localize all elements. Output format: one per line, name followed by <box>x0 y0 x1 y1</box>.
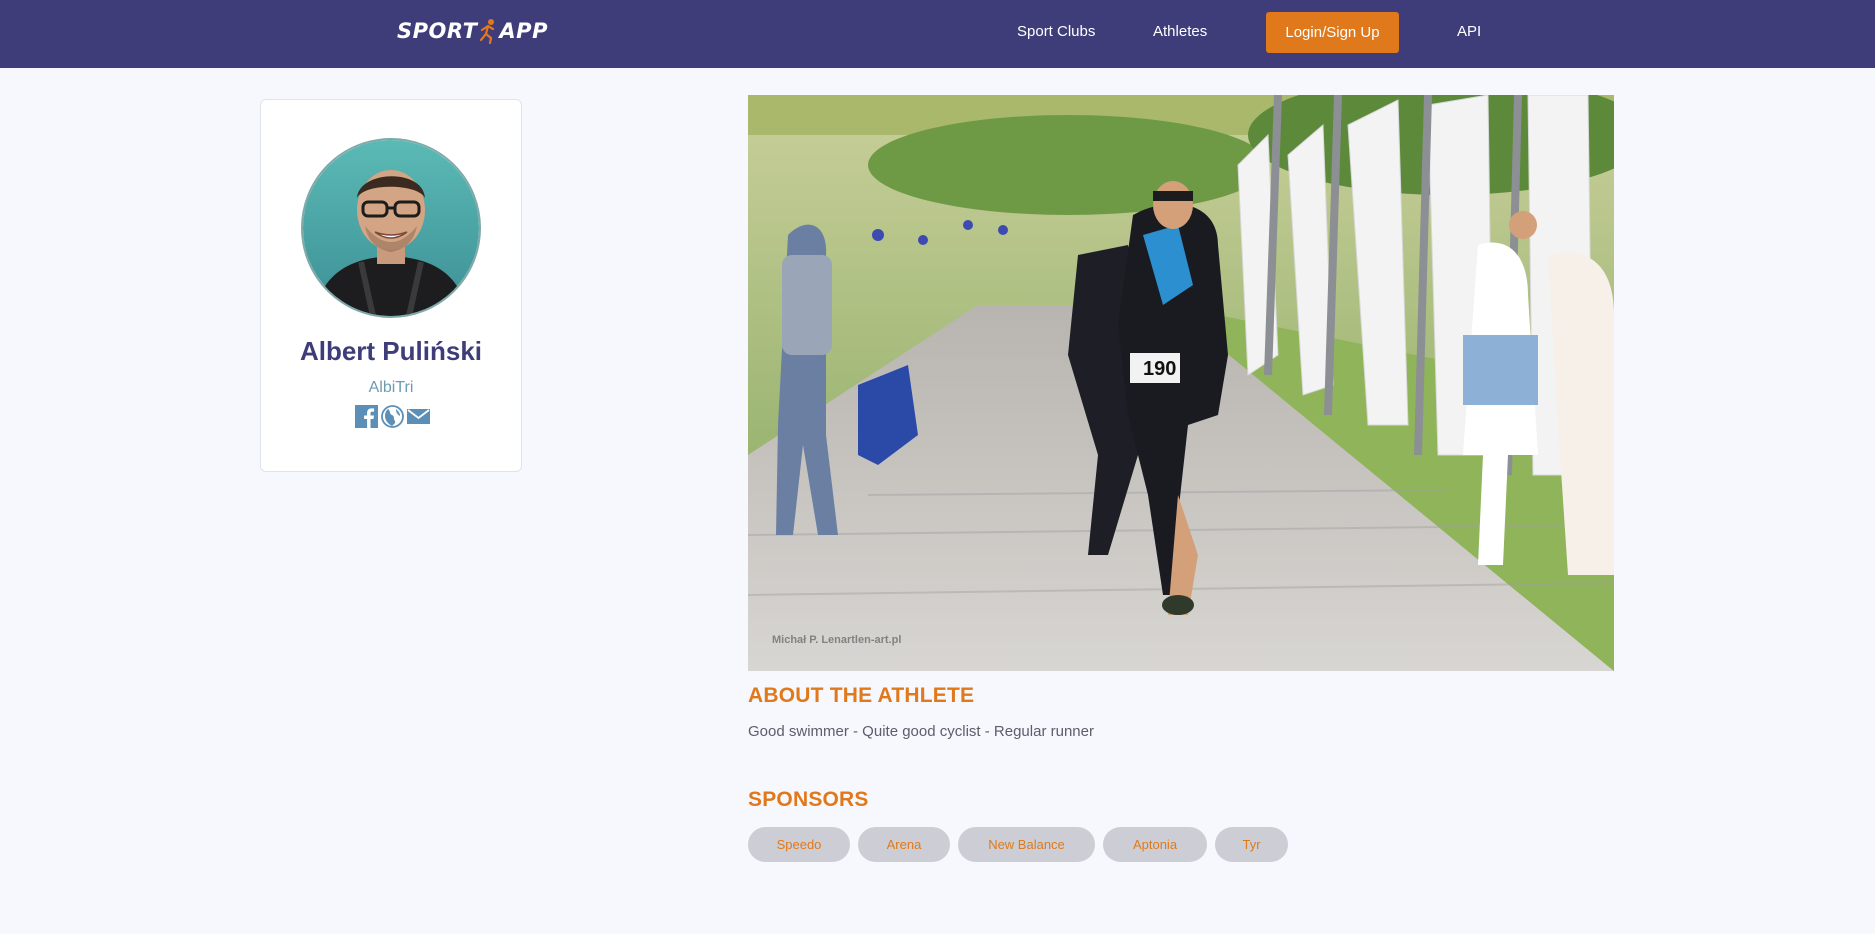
athlete-nickname: AlbiTri <box>368 379 414 396</box>
sponsor-chip-new-balance[interactable]: New Balance <box>958 827 1095 862</box>
sponsor-chip-speedo[interactable]: Speedo <box>748 827 850 862</box>
sponsors-heading: SPONSORS <box>748 788 869 811</box>
facebook-icon[interactable] <box>355 405 378 428</box>
runner-logo-icon <box>479 18 497 44</box>
sponsor-chip-aptonia[interactable]: Aptonia <box>1103 827 1207 862</box>
about-athlete-heading: ABOUT THE ATHLETE <box>748 684 975 707</box>
athlete-profile-card: Albert Puliński AlbiTri <box>260 99 522 472</box>
nav-link-athletes[interactable]: Athletes <box>1153 21 1207 43</box>
sponsor-chip-tyr[interactable]: Tyr <box>1215 827 1288 862</box>
top-navbar: SPORT APP Sport Clubs Athletes Login/Sig… <box>0 0 1875 68</box>
logo-text-sport: SPORT <box>397 19 478 43</box>
sponsor-chip-arena[interactable]: Arena <box>858 827 950 862</box>
email-icon[interactable] <box>407 405 430 428</box>
login-signup-button[interactable]: Login/Sign Up <box>1266 12 1399 53</box>
sportapp-logo[interactable]: SPORT APP <box>397 14 548 48</box>
athlete-name: Albert Puliński <box>299 336 483 366</box>
logo-text-app: APP <box>499 19 548 43</box>
social-links <box>355 405 430 428</box>
athlete-avatar <box>301 138 481 318</box>
nav-link-sport-clubs[interactable]: Sport Clubs <box>1017 21 1095 43</box>
athlete-hero-photo: 190 Michał P. Lenartlen-art.pl <box>748 95 1614 671</box>
photo-watermark: Michał P. Lenartlen-art.pl <box>772 634 901 646</box>
about-athlete-text: Good swimmer - Quite good cyclist - Regu… <box>748 723 1094 740</box>
nav-link-api[interactable]: API <box>1457 21 1481 43</box>
globe-icon[interactable] <box>381 405 404 428</box>
hero-bib-number: 190 <box>1143 358 1176 380</box>
sponsor-list: Speedo Arena New Balance Aptonia Tyr <box>748 827 1288 862</box>
